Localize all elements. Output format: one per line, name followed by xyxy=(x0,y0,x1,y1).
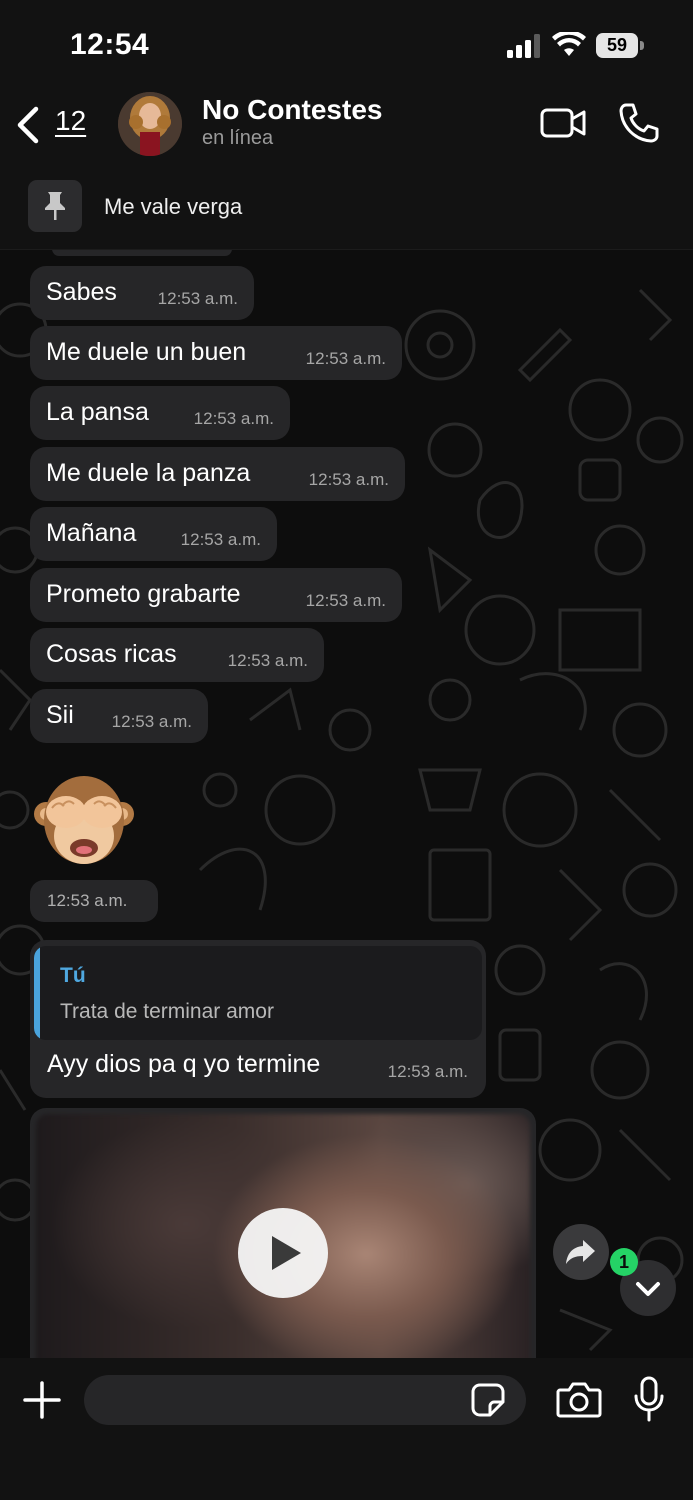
wifi-icon xyxy=(552,32,586,56)
message-text: Me duele la panza xyxy=(46,459,251,487)
message-time: 12:53 a.m. xyxy=(180,530,261,549)
message-bubble[interactable]: La pansa 12:53 a.m. xyxy=(30,386,290,440)
phone-icon[interactable] xyxy=(618,102,660,144)
message-text: La pansa xyxy=(46,398,149,426)
contact-name[interactable]: No Contestes xyxy=(202,94,382,126)
avatar[interactable] xyxy=(118,92,182,156)
composer-bar xyxy=(0,1358,693,1500)
message-time: 12:53 a.m. xyxy=(387,1062,468,1081)
message-time: 12:53 a.m. xyxy=(305,349,386,368)
back-unread-count[interactable]: 12 xyxy=(55,105,86,137)
play-button[interactable] xyxy=(238,1208,328,1298)
message-time: 12:53 a.m. xyxy=(157,289,238,308)
plus-icon[interactable] xyxy=(22,1380,62,1420)
play-icon xyxy=(272,1236,301,1270)
unread-badge: 1 xyxy=(610,1248,638,1276)
chevron-left-icon[interactable] xyxy=(14,106,42,144)
previous-message-edge xyxy=(52,250,232,256)
message-text: Mañana xyxy=(46,519,137,547)
message-bubble[interactable]: Prometo grabarte 12:53 a.m. xyxy=(30,568,402,622)
emoji-message-time-badge: 12:53 a.m. xyxy=(30,880,158,922)
cellular-signal-icon xyxy=(507,34,540,58)
message-text: Cosas ricas xyxy=(46,640,177,668)
see-no-evil-monkey-emoji[interactable] xyxy=(32,770,136,874)
quoted-message[interactable]: Tú Trata de terminar amor xyxy=(34,946,482,1040)
microphone-icon[interactable] xyxy=(632,1376,666,1422)
message-time: 12:53 a.m. xyxy=(47,891,128,910)
message-text: Ayy dios pa q yo termine xyxy=(47,1050,321,1078)
message-time: 12:53 a.m. xyxy=(305,591,386,610)
video-call-icon[interactable] xyxy=(540,106,586,140)
status-bar: 12:54 59 xyxy=(0,0,693,90)
message-time: 12:53 a.m. xyxy=(111,712,192,731)
message-bubble[interactable]: Mañana 12:53 a.m. xyxy=(30,507,277,561)
message-bubble[interactable]: Me duele un buen 12:53 a.m. xyxy=(30,326,402,380)
message-time: 12:53 a.m. xyxy=(308,470,389,489)
chat-header: 12 No Contestes en línea xyxy=(0,90,693,165)
message-time: 12:53 a.m. xyxy=(227,651,308,670)
message-bubble[interactable]: Me duele la panza 12:53 a.m. xyxy=(30,447,405,501)
battery-level: 59 xyxy=(596,33,638,58)
pinned-message-text: Me vale verga xyxy=(104,194,243,219)
sticker-icon[interactable] xyxy=(470,1382,506,1418)
battery-icon: 59 xyxy=(596,33,646,58)
pin-icon xyxy=(28,180,82,232)
message-bubble[interactable]: Sii 12:53 a.m. xyxy=(30,689,208,743)
quoted-author: Tú xyxy=(60,964,86,987)
message-input[interactable] xyxy=(84,1375,526,1425)
message-bubble[interactable]: Cosas ricas 12:53 a.m. xyxy=(30,628,324,682)
message-text: Sii xyxy=(46,701,74,729)
status-time: 12:54 xyxy=(70,28,150,61)
camera-icon[interactable] xyxy=(556,1380,602,1418)
share-arrow-icon xyxy=(566,1240,595,1264)
message-text: Prometo grabarte xyxy=(46,580,241,608)
quote-accent-bar xyxy=(34,946,40,1040)
message-time: 12:53 a.m. xyxy=(193,409,274,428)
chat-area[interactable]: Sabes 12:53 a.m. Me duele un buen 12:53 … xyxy=(0,250,693,1358)
message-text: Me duele un buen xyxy=(46,338,247,366)
reply-message-bubble[interactable]: Tú Trata de terminar amor Ayy dios pa q … xyxy=(30,940,486,1098)
forward-button[interactable] xyxy=(553,1224,609,1280)
quoted-text: Trata de terminar amor xyxy=(60,1000,274,1023)
message-bubble[interactable]: Sabes 12:53 a.m. xyxy=(30,266,254,320)
message-text: Sabes xyxy=(46,278,117,306)
pinned-message-bar[interactable]: Me vale verga xyxy=(0,165,693,250)
contact-status: en línea xyxy=(202,127,274,149)
